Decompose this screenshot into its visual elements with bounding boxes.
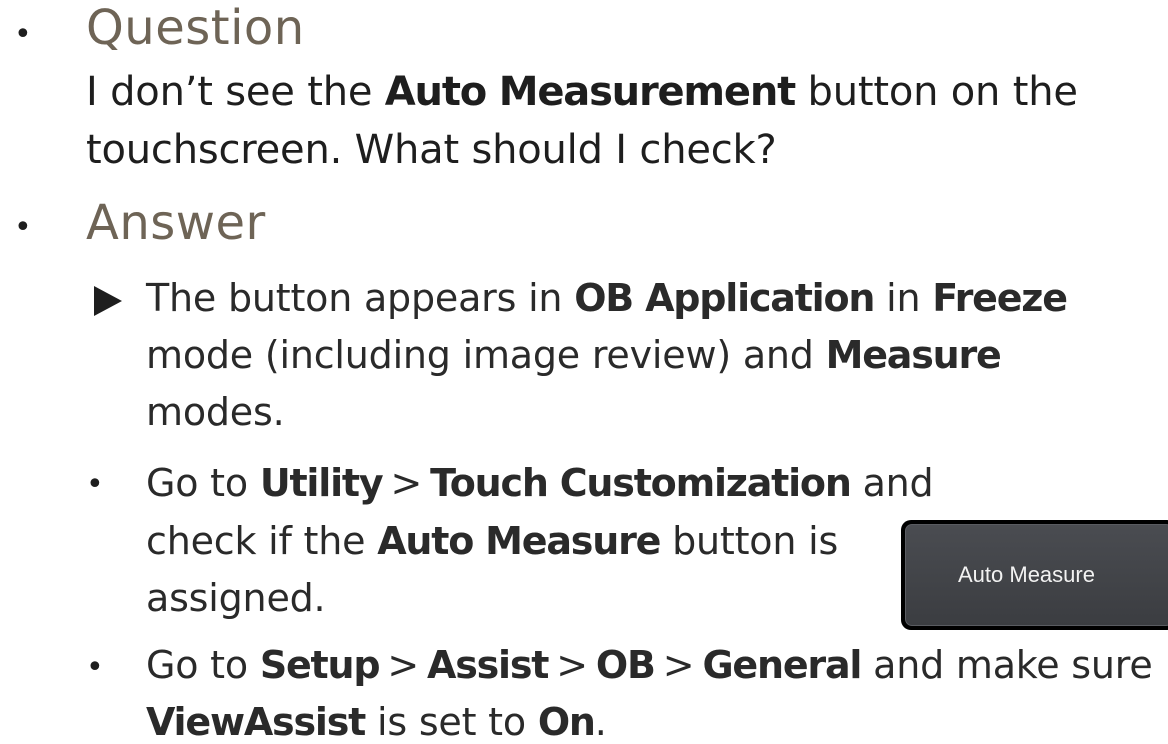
answer-item-1-line-3: modes. [146, 390, 285, 434]
bold-ob: OB [595, 643, 656, 687]
bold-general: General [702, 643, 862, 687]
bold-assist: Assist [427, 643, 549, 687]
answer-text: and [850, 461, 934, 505]
answer-item-2-line-3: assigned. [146, 576, 326, 620]
question-bold-auto-measurement: Auto Measurement [384, 69, 796, 115]
auto-measure-button-face[interactable]: Auto Measure [905, 524, 1168, 626]
answer-item-2-line-2: check if the Auto Measure button is [146, 513, 838, 570]
answer-item-3-line-1: Go to Setup > Assist > OB > General and make s… [146, 637, 1153, 694]
answer-text: Go to [146, 643, 260, 687]
auto-measure-button[interactable]: Auto Measure [901, 520, 1168, 630]
question-text: I don’t see the [86, 69, 385, 115]
answer-item-1-line-1: The button appears in OB Application in … [146, 270, 1068, 327]
answer-text: and make sure [861, 643, 1153, 687]
bold-freeze: Freeze [932, 276, 1068, 320]
bold-touch-customization: Touch Customization [430, 461, 852, 505]
bold-ob-application: OB Application [574, 276, 875, 320]
answer-bullet: • [14, 210, 32, 245]
question-line-1: I don’t see the Auto Measurement button … [86, 64, 1078, 120]
bold-viewassist: ViewAssist [146, 700, 366, 744]
bold-on: On [537, 700, 596, 744]
answer-text: The button appears in [146, 276, 575, 320]
path-separator: > [387, 643, 420, 687]
question-bullet: • [14, 17, 32, 52]
answer-text: in [874, 276, 933, 320]
auto-measure-button-label: Auto Measure [958, 562, 1095, 587]
answer-item-2-line-1: Go to Utility > Touch Customization and [146, 455, 934, 512]
question-heading: Question [86, 0, 305, 56]
answer-item-1-line-2: mode (including image review) and Measur… [146, 327, 1002, 384]
answer-item-3-line-2: ViewAssist is set to On. [146, 694, 607, 744]
answer-text: Go to [146, 461, 260, 505]
bold-auto-measure: Auto Measure [377, 519, 661, 563]
item-3-bullet: • [86, 650, 104, 685]
answer-text: is set to [365, 700, 538, 744]
slide: • Question I don’t see the Auto Measurem… [0, 0, 1168, 744]
answer-heading: Answer [86, 195, 266, 251]
answer-text: check if the [146, 519, 378, 563]
answer-text: mode (including image review) and [146, 333, 826, 377]
bold-setup: Setup [259, 643, 381, 687]
question-text: button on the [795, 69, 1078, 115]
triangle-bullet-icon [94, 286, 122, 316]
path-separator: > [662, 643, 695, 687]
path-separator: > [390, 461, 423, 505]
path-separator: > [556, 643, 588, 687]
question-line-2: touchscreen. What should I check? [86, 127, 777, 173]
bold-utility: Utility [259, 461, 384, 505]
item-2-bullet: • [86, 467, 104, 502]
answer-text: . [594, 700, 607, 744]
bold-measure: Measure [825, 333, 1002, 377]
answer-text: button is [660, 519, 839, 563]
